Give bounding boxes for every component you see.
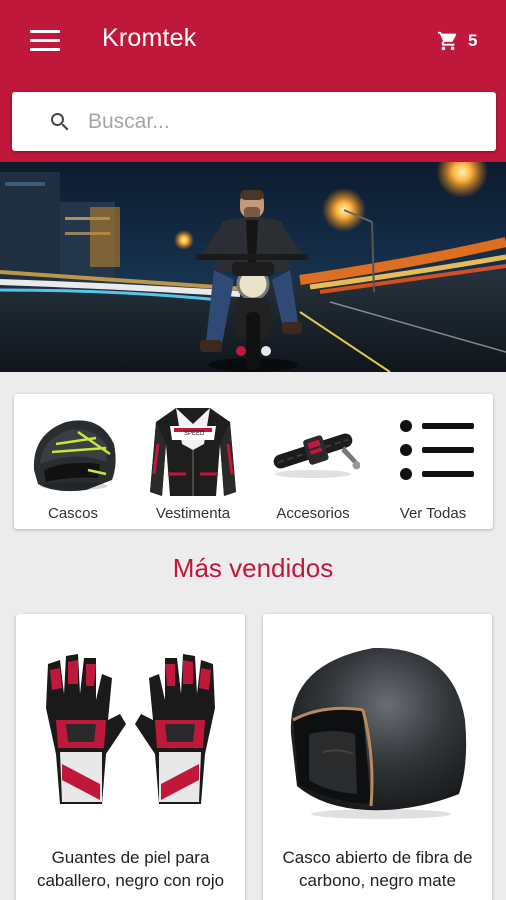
category-label: Accesorios bbox=[276, 505, 350, 522]
jacket-icon: SPEED bbox=[150, 408, 236, 496]
category-cascos[interactable]: Cascos bbox=[14, 394, 132, 529]
helmet-icon bbox=[33, 420, 116, 492]
svg-text:SPEED: SPEED bbox=[184, 431, 205, 437]
chain-lock-icon bbox=[273, 433, 360, 478]
product-name: Guantes de piel para caballero, negro co… bbox=[36, 848, 225, 890]
search-input[interactable] bbox=[88, 104, 478, 140]
open-face-helmet-image bbox=[290, 647, 467, 819]
carousel-dot-1[interactable] bbox=[236, 346, 246, 356]
category-label: Cascos bbox=[47, 505, 99, 522]
app-title: Kromtek bbox=[102, 24, 197, 52]
carousel-dot-2[interactable] bbox=[261, 346, 271, 356]
carousel-indicators bbox=[0, 346, 506, 358]
cart-count-badge: 5 bbox=[468, 31, 478, 50]
product-name: Casco abierto de fibra de carbono, negro… bbox=[282, 848, 473, 890]
category-vestimenta[interactable]: SPEED Vestimenta bbox=[134, 394, 252, 529]
menu-icon[interactable] bbox=[30, 30, 60, 54]
search-bar bbox=[12, 92, 496, 151]
list-icon bbox=[400, 420, 474, 480]
section-title-best-sellers: Más vendidos bbox=[172, 553, 334, 583]
promo-banner[interactable] bbox=[0, 162, 506, 372]
product-card[interactable]: Guantes de piel para caballero, negro co… bbox=[16, 614, 245, 900]
banner-image bbox=[0, 162, 506, 372]
category-label: Ver Todas bbox=[399, 505, 467, 522]
cart-icon bbox=[437, 31, 457, 51]
search-icon[interactable] bbox=[48, 110, 72, 134]
category-accesorios[interactable]: Accesorios bbox=[254, 394, 372, 529]
cart-button[interactable]: 5 bbox=[436, 30, 486, 56]
category-ver-todas[interactable]: Ver Todas bbox=[374, 394, 492, 529]
gloves-image bbox=[46, 654, 215, 804]
product-card[interactable]: Casco abierto de fibra de carbono, negro… bbox=[263, 614, 492, 900]
app-bar: Kromtek 5 bbox=[0, 0, 506, 162]
category-label: Vestimenta bbox=[155, 505, 231, 522]
categories-card: Cascos SPEED Vestimenta Accesorios Ver T… bbox=[14, 394, 493, 529]
